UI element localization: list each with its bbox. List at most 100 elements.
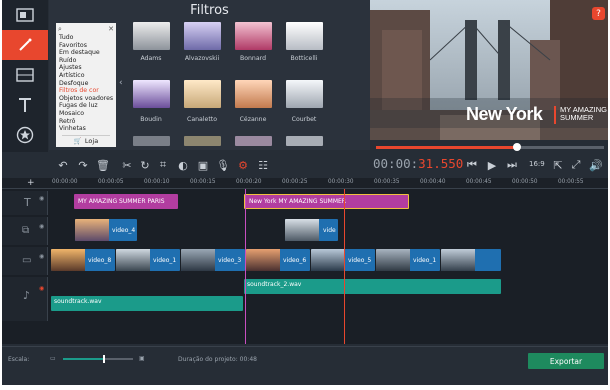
audio-clip[interactable]: soundtrack_2.wav bbox=[244, 279, 501, 294]
video-clip[interactable]: video_1 bbox=[116, 249, 180, 271]
overlay-video-clip[interactable]: vide bbox=[285, 219, 338, 241]
chevron-left-icon[interactable]: ‹ bbox=[119, 78, 123, 88]
filter-thumb-next-row[interactable] bbox=[235, 136, 272, 146]
clip-label: video_8 bbox=[88, 257, 112, 264]
timeline-ruler[interactable]: + 00:00:00 00:00:05 00:00:10 00:00:15 00… bbox=[2, 178, 608, 189]
microphone-icon[interactable]: 🎙 bbox=[215, 157, 231, 173]
category-item[interactable]: Tudo bbox=[59, 34, 73, 42]
ruler-tick: 00:00:10 bbox=[144, 179, 170, 185]
cut-icon[interactable]: ✂ bbox=[119, 157, 135, 173]
import-media-tool[interactable] bbox=[2, 0, 48, 30]
aspect-ratio-button[interactable]: 16:9 bbox=[529, 160, 545, 168]
category-item[interactable]: Ajustes bbox=[59, 64, 82, 72]
playback-progress-bar[interactable] bbox=[376, 143, 604, 151]
bottom-bar: Escala: ▭ ▣ Duração do projeto: 00:48 Ex… bbox=[2, 346, 608, 385]
clear-icon[interactable]: ✕ bbox=[108, 25, 114, 33]
video-clip[interactable]: video_5 bbox=[311, 249, 375, 271]
text-clip-label: New York MY AMAZING SUMMER bbox=[249, 198, 346, 205]
export-button[interactable]: Exportar bbox=[528, 353, 604, 369]
stickers-tool[interactable] bbox=[2, 120, 48, 150]
equalizer-icon[interactable]: ☷ bbox=[255, 157, 271, 173]
category-item[interactable]: Em destaque bbox=[59, 49, 100, 57]
timeline-playhead[interactable] bbox=[344, 189, 345, 344]
filters-tool[interactable] bbox=[2, 30, 48, 60]
color-adjust-icon[interactable]: ◐ bbox=[175, 157, 191, 173]
audio-clip-label: soundtrack_2.wav bbox=[247, 281, 302, 288]
zoom-in-icon[interactable]: ▣ bbox=[139, 355, 145, 362]
filter-thumb-botticelli[interactable] bbox=[286, 22, 323, 50]
category-item-selected[interactable]: Filtros de cor bbox=[59, 87, 99, 95]
time-readout: 00:00:31.550 bbox=[373, 156, 463, 171]
playback-progress-fill bbox=[376, 146, 518, 149]
overlay-video-clip[interactable]: video_4 bbox=[75, 219, 137, 241]
eye-icon[interactable]: ◉ bbox=[39, 223, 44, 230]
video-clip[interactable]: video_8 bbox=[51, 249, 115, 271]
category-item[interactable]: Ruído bbox=[59, 57, 76, 65]
ruler-tick: 00:00:00 bbox=[52, 179, 78, 185]
export-frame-icon[interactable]: ⇱ bbox=[550, 157, 566, 173]
text-clip[interactable]: MY AMAZING SUMMER PARIS bbox=[74, 194, 178, 209]
category-item[interactable]: Desfoque bbox=[59, 80, 88, 88]
mute-icon[interactable]: ◉ bbox=[39, 285, 44, 292]
zoom-slider[interactable] bbox=[63, 355, 133, 363]
category-item[interactable]: Favoritos bbox=[59, 42, 87, 50]
store-button[interactable]: 🛒 Loja bbox=[62, 135, 110, 145]
video-clip[interactable]: video_6 bbox=[246, 249, 310, 271]
video-clip[interactable]: video_3 bbox=[181, 249, 245, 271]
category-item[interactable]: Fugas de luz bbox=[59, 102, 98, 110]
duration-value: 00:48 bbox=[239, 356, 257, 363]
video-preview[interactable]: ? New York MY AMAZING SUMMER bbox=[370, 0, 608, 140]
settings-gear-icon[interactable]: ⚙ bbox=[235, 157, 251, 173]
undo-icon[interactable]: ↶ bbox=[55, 157, 71, 173]
magic-wand-icon bbox=[19, 38, 32, 51]
playback-progress-knob[interactable] bbox=[513, 143, 522, 151]
volume-icon[interactable]: 🔊 bbox=[588, 157, 604, 173]
preview-subtitle-text: MY AMAZING SUMMER bbox=[560, 105, 607, 122]
help-button[interactable]: ? bbox=[592, 7, 605, 20]
filter-thumb-boudin[interactable] bbox=[133, 80, 170, 108]
category-item[interactable]: Artístico bbox=[59, 72, 84, 80]
add-track-icon[interactable]: + bbox=[27, 178, 35, 188]
titles-tool[interactable] bbox=[2, 90, 48, 120]
category-item[interactable]: Vinhetas bbox=[59, 125, 86, 133]
filter-thumb-alvazovskii[interactable] bbox=[184, 22, 221, 50]
filter-thumb-next-row[interactable] bbox=[184, 136, 221, 146]
star-circle-icon bbox=[16, 126, 34, 144]
eye-icon[interactable]: ◉ bbox=[39, 253, 44, 260]
category-item[interactable]: Retrô bbox=[59, 118, 75, 126]
skip-back-icon[interactable]: ⏮ bbox=[464, 157, 480, 173]
skip-forward-icon[interactable]: ⏭ bbox=[504, 157, 520, 173]
zoom-out-icon[interactable]: ▭ bbox=[50, 355, 56, 362]
filter-thumb-cezanne[interactable] bbox=[235, 80, 272, 108]
video-clip[interactable] bbox=[441, 249, 501, 271]
filter-thumb-courbet[interactable] bbox=[286, 80, 323, 108]
image-icon[interactable]: ▣ bbox=[195, 157, 211, 173]
category-item[interactable]: Mosaico bbox=[59, 110, 84, 118]
transitions-tool[interactable] bbox=[2, 60, 48, 90]
category-search[interactable]: ⌕ ✕ bbox=[58, 24, 114, 34]
filter-thumb-next-row[interactable] bbox=[133, 136, 170, 146]
filter-label: Botticelli bbox=[290, 55, 318, 62]
clip-thumbnail bbox=[285, 219, 319, 241]
ruler-tick: 00:00:15 bbox=[190, 179, 216, 185]
audio-clip[interactable]: soundtrack.wav bbox=[51, 296, 243, 311]
filter-thumb-canaletto[interactable] bbox=[184, 80, 221, 108]
ruler-tick: 00:00:20 bbox=[236, 179, 262, 185]
rotate-icon[interactable]: ↻ bbox=[137, 157, 153, 173]
category-item[interactable]: Objetos voadores bbox=[59, 95, 113, 103]
zoom-slider-handle[interactable] bbox=[103, 355, 105, 363]
fullscreen-icon[interactable]: ⤢ bbox=[568, 157, 584, 173]
filters-panel: Filtros ⌕ ✕ Tudo Favoritos Em destaque R… bbox=[49, 0, 370, 150]
play-icon[interactable]: ▶ bbox=[484, 157, 500, 173]
redo-icon[interactable]: ↷ bbox=[75, 157, 91, 173]
filter-thumb-next-row[interactable] bbox=[286, 136, 323, 146]
transitions-icon bbox=[16, 68, 34, 82]
filter-thumb-bonnard[interactable] bbox=[235, 22, 272, 50]
filter-thumb-adams[interactable] bbox=[133, 22, 170, 50]
text-clip-label: MY AMAZING SUMMER PARIS bbox=[78, 198, 165, 205]
text-clip[interactable]: New York MY AMAZING SUMMER bbox=[244, 194, 409, 209]
video-clip[interactable]: video_1 bbox=[376, 249, 440, 271]
crop-icon[interactable]: ⌗ bbox=[155, 157, 171, 173]
delete-icon[interactable]: 🗑 bbox=[95, 157, 111, 173]
eye-icon[interactable]: ◉ bbox=[39, 195, 44, 202]
